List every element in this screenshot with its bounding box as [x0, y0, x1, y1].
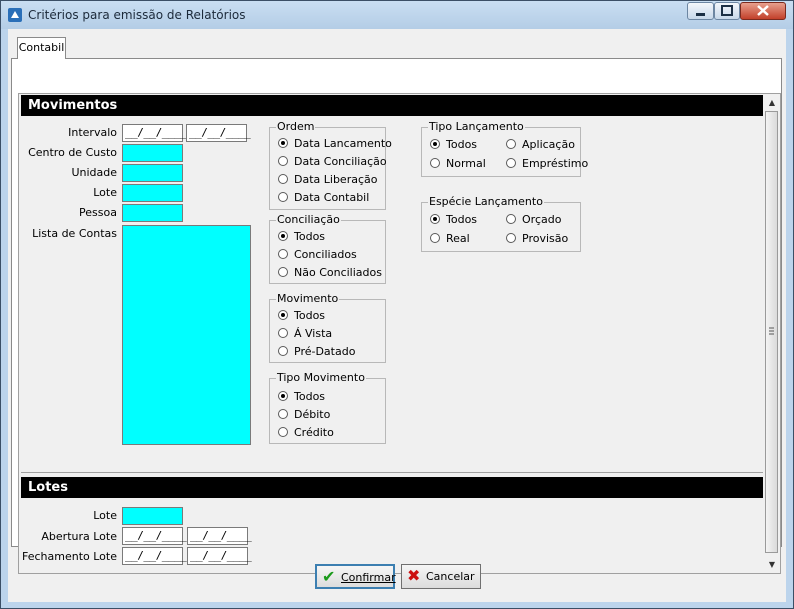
- tab-panel: Movimentos Intervalo __/__/____ __/__/__…: [11, 58, 782, 574]
- lote-input[interactable]: [122, 184, 183, 202]
- movimento-group: Movimento Todos Á Vista Pré-Datado: [269, 292, 386, 363]
- maximize-button[interactable]: [714, 2, 740, 20]
- lista-contas-list[interactable]: [122, 225, 251, 445]
- intervalo-end-field[interactable]: __/__/____: [186, 124, 251, 142]
- abertura-start-field[interactable]: __/__/____: [122, 527, 187, 545]
- fechamento-lote-label: Fechamento Lote: [22, 550, 117, 563]
- window-title: Critérios para emissão de Relatórios: [28, 8, 246, 22]
- maximize-icon: [721, 5, 733, 16]
- section-divider: [21, 472, 763, 473]
- pessoa-label: Pessoa: [79, 206, 117, 219]
- confirmar-label: Confirmar: [341, 571, 396, 584]
- scroll-down-icon[interactable]: ▼: [764, 557, 780, 572]
- radio-provisao[interactable]: Provisão: [506, 232, 568, 245]
- radio-aplicacao[interactable]: Aplicação: [506, 138, 575, 151]
- radio-data-conciliacao[interactable]: Data Conciliação: [278, 155, 387, 168]
- intervalo-label: Intervalo: [68, 126, 117, 139]
- ordem-title: Ordem: [276, 120, 316, 134]
- fechamento-end-field[interactable]: __/__/____: [187, 547, 252, 565]
- radio-emprestimo[interactable]: Empréstimo: [506, 157, 588, 170]
- tipo-lancamento-title: Tipo Lançamento: [428, 120, 525, 134]
- radio-conciliados[interactable]: Conciliados: [278, 248, 357, 261]
- radio-nao-conciliados[interactable]: Não Conciliados: [278, 266, 382, 279]
- radio-debito[interactable]: Débito: [278, 408, 330, 421]
- fechamento-start-field[interactable]: __/__/____: [122, 547, 187, 565]
- conciliacao-group: Conciliação Todos Conciliados Não Concil…: [269, 213, 386, 284]
- lotes-header: Lotes: [21, 477, 763, 498]
- minimize-icon: [696, 13, 705, 16]
- radio-conciliacao-todos[interactable]: Todos: [278, 230, 325, 243]
- radio-data-contabil[interactable]: Data Contabil: [278, 191, 369, 204]
- x-icon: ✖: [407, 566, 421, 585]
- cancelar-button[interactable]: ✖ Cancelar: [401, 564, 481, 589]
- radio-normal[interactable]: Normal: [430, 157, 486, 170]
- radio-tipo-mov-todos[interactable]: Todos: [278, 390, 325, 403]
- ordem-group: Ordem Data Lancamento Data Conciliação D…: [269, 120, 392, 210]
- tipo-movimento-group: Tipo Movimento Todos Débito Crédito: [269, 371, 386, 444]
- minimize-button[interactable]: [687, 2, 714, 20]
- dialog-window: Critérios para emissão de Relatórios Mov…: [0, 0, 794, 609]
- tab-contabil[interactable]: Contabil: [17, 37, 66, 59]
- abertura-end-field[interactable]: __/__/____: [187, 527, 252, 545]
- client-area: Movimentos Intervalo __/__/____ __/__/__…: [8, 29, 786, 602]
- pessoa-input[interactable]: [122, 204, 183, 222]
- app-icon: [8, 8, 22, 22]
- centro-custo-input[interactable]: [122, 144, 183, 162]
- lote-label: Lote: [93, 186, 117, 199]
- radio-data-lancamento[interactable]: Data Lancamento: [278, 137, 392, 150]
- radio-credito[interactable]: Crédito: [278, 426, 334, 439]
- scroll-thumb[interactable]: [765, 111, 778, 553]
- radio-especie-todos[interactable]: Todos: [430, 213, 477, 226]
- check-icon: ✔: [322, 567, 336, 586]
- conciliacao-title: Conciliação: [276, 213, 341, 227]
- unidade-label: Unidade: [71, 166, 117, 179]
- movimentos-header: Movimentos: [21, 95, 763, 116]
- scroll-region: Movimentos Intervalo __/__/____ __/__/__…: [18, 93, 781, 574]
- radio-movimento-todos[interactable]: Todos: [278, 309, 325, 322]
- unidade-input[interactable]: [122, 164, 183, 182]
- radio-data-liberacao[interactable]: Data Liberação: [278, 173, 377, 186]
- lotes-lote-input[interactable]: [122, 507, 183, 525]
- close-button[interactable]: [740, 2, 786, 20]
- tipo-movimento-title: Tipo Movimento: [276, 371, 366, 385]
- abertura-lote-label: Abertura Lote: [41, 530, 117, 543]
- confirmar-button[interactable]: ✔ Confirmar: [315, 564, 396, 589]
- close-icon: [757, 5, 769, 16]
- vertical-scrollbar[interactable]: ▲ ▼: [764, 95, 780, 572]
- lotes-lote-label: Lote: [93, 509, 117, 522]
- intervalo-start-field[interactable]: __/__/____: [122, 124, 187, 142]
- cancelar-label: Cancelar: [426, 570, 475, 583]
- radio-tipo-lanc-todos[interactable]: Todos: [430, 138, 477, 151]
- centro-custo-label: Centro de Custo: [28, 146, 117, 159]
- title-bar[interactable]: Critérios para emissão de Relatórios: [1, 1, 793, 29]
- radio-orcado[interactable]: Orçado: [506, 213, 561, 226]
- lista-contas-label: Lista de Contas: [32, 227, 117, 240]
- tipo-lancamento-group: Tipo Lançamento Todos Aplicação Normal E…: [421, 120, 588, 177]
- radio-a-vista[interactable]: Á Vista: [278, 327, 332, 340]
- radio-real[interactable]: Real: [430, 232, 470, 245]
- radio-pre-datado[interactable]: Pré-Datado: [278, 345, 355, 358]
- grip-icon: [769, 327, 774, 335]
- especie-lancamento-title: Espécie Lançamento: [428, 195, 544, 209]
- movimento-title: Movimento: [276, 292, 340, 306]
- especie-lancamento-group: Espécie Lançamento Todos Orçado Real Pro…: [421, 195, 581, 252]
- scroll-up-icon[interactable]: ▲: [764, 95, 780, 110]
